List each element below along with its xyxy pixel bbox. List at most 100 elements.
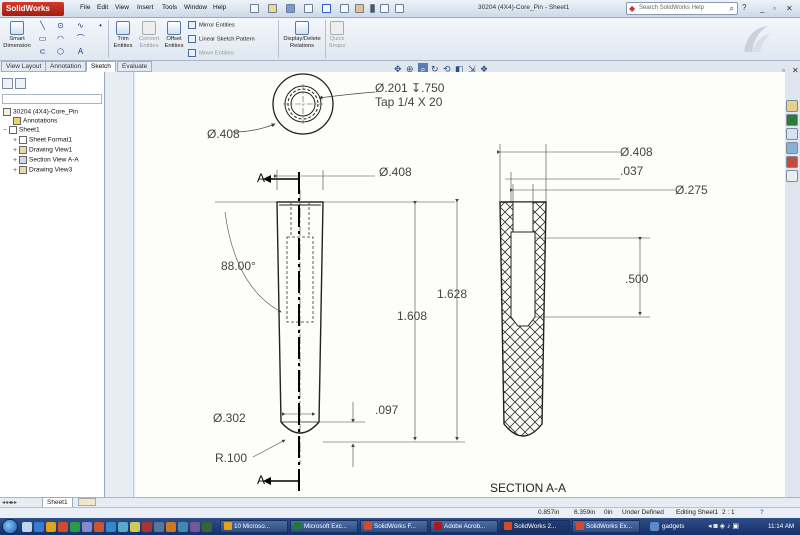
save-icon[interactable]	[286, 4, 295, 13]
slot-icon[interactable]: ⊂	[38, 47, 47, 56]
custom-properties-icon[interactable]	[786, 170, 798, 182]
quick-tips-icon[interactable]: ?	[760, 509, 764, 516]
clock[interactable]: 11:14 AM	[768, 520, 794, 533]
linear-sketch-pattern-button[interactable]: Linear Sketch Pattern	[188, 35, 255, 43]
polygon-icon[interactable]: ⬡	[56, 47, 65, 56]
tip-radius-dim[interactable]: R.100	[215, 451, 247, 465]
tree-filter-input[interactable]	[2, 94, 102, 104]
menu-edit[interactable]: Edit	[97, 4, 108, 11]
arc-icon[interactable]: ◠	[56, 34, 65, 43]
tree-item-sheet1[interactable]: − Sheet1	[3, 126, 40, 134]
network-icon[interactable]	[178, 522, 188, 532]
section-diameter-dim[interactable]: Ø.408	[620, 145, 653, 159]
move-entities-button[interactable]: Move Entities	[188, 49, 234, 57]
tip-diameter-dim[interactable]: Ø.302	[213, 411, 246, 425]
menu-window[interactable]: Window	[184, 4, 207, 11]
tree-item-annotations[interactable]: Annotations	[13, 117, 57, 125]
hole-note-2[interactable]: Tap 1/4 X 20	[375, 95, 443, 109]
tree-item-drawing-view3[interactable]: + Drawing View3	[13, 166, 72, 174]
taskbar-button-microsoft-office[interactable]: 10 Microso...	[220, 520, 288, 533]
close-icon[interactable]: ✕	[786, 4, 793, 13]
smart-dimension-button[interactable]: Smart Dimension	[2, 21, 32, 49]
calc-icon[interactable]	[154, 522, 164, 532]
taskbar-button-acrobat[interactable]: Adobe Acrob...	[430, 520, 498, 533]
taskbar-button-solidworks-ex[interactable]: SolidWorks Ex...	[572, 520, 640, 533]
minimize-icon[interactable]: _	[760, 4, 764, 13]
ie-icon[interactable]	[34, 522, 44, 532]
options-icon[interactable]	[395, 4, 404, 13]
text-icon[interactable]: A	[76, 47, 85, 56]
appearances-icon[interactable]	[786, 156, 798, 168]
gadgets-label[interactable]: gadgets	[662, 520, 684, 533]
spline-icon[interactable]: ∿	[76, 21, 85, 30]
search-icon[interactable]: ⌕	[730, 3, 734, 14]
offset-entities-button[interactable]: Offset Entities	[162, 21, 186, 49]
select-icon[interactable]	[340, 4, 349, 13]
rectangle-icon[interactable]: ▭	[38, 34, 47, 43]
help-icon[interactable]: ?	[742, 3, 746, 12]
drawing-sheet[interactable]: Ø.201 ↧.750 Tap 1/4 X 20 Ø.408 A Ø.408 8…	[135, 72, 785, 498]
print-icon[interactable]	[304, 4, 313, 13]
file-properties-icon[interactable]	[380, 4, 389, 13]
front-view[interactable]	[215, 170, 465, 492]
file-explorer-icon[interactable]	[786, 128, 798, 140]
circle-icon[interactable]: ⊙	[56, 21, 65, 30]
new-document-icon[interactable]	[250, 4, 259, 13]
tool-icon[interactable]	[190, 522, 200, 532]
tree-item-section-view[interactable]: + Section View A-A	[13, 156, 79, 164]
taskbar-button-solidworks-2[interactable]: SolidWorks 2...	[500, 520, 570, 533]
top-view[interactable]	[232, 73, 376, 135]
notes-icon[interactable]	[130, 522, 140, 532]
menu-help[interactable]: Help	[213, 4, 226, 11]
quick-snaps-button[interactable]: Quick Snaps	[326, 21, 348, 49]
tab-annotation[interactable]: Annotation	[45, 61, 87, 72]
tree-item-sheet-format1[interactable]: + Sheet Format1	[13, 136, 72, 144]
view-palette-icon[interactable]	[786, 142, 798, 154]
section-view-a-a[interactable]	[497, 144, 675, 437]
body-length-dim[interactable]: 1.608	[397, 309, 427, 323]
menu-file[interactable]: File	[80, 4, 90, 11]
resources-icon[interactable]	[786, 100, 798, 112]
section-depth-dim[interactable]: .500	[625, 272, 649, 286]
point-icon[interactable]: •	[96, 21, 105, 30]
firefox-icon[interactable]	[58, 522, 68, 532]
tab-evaluate[interactable]: Evaluate	[117, 61, 153, 72]
display-delete-relations-button[interactable]: Display/Delete Relations	[280, 21, 324, 49]
line-icon[interactable]: ╲	[38, 21, 47, 30]
solidworks-logo[interactable]: SolidWorks	[2, 2, 64, 16]
menu-insert[interactable]: Insert	[137, 4, 153, 11]
tab-view-layout[interactable]: View Layout	[1, 61, 47, 72]
front-diameter-dim[interactable]: Ø.408	[379, 165, 412, 179]
outlook-icon[interactable]	[46, 522, 56, 532]
hole-note-1[interactable]: Ø.201 ↧.750	[375, 81, 445, 95]
excel-icon[interactable]	[70, 522, 80, 532]
top-view-diameter[interactable]: Ø.408	[207, 127, 240, 141]
acrobat-icon[interactable]	[94, 522, 104, 532]
trim-entities-button[interactable]: Trim Entities	[110, 21, 136, 49]
sw-explorer-icon[interactable]	[202, 522, 212, 532]
menu-view[interactable]: View	[115, 4, 129, 11]
taper-angle-dim[interactable]: 88.00°	[221, 259, 256, 273]
traffic-light-icon[interactable]	[370, 4, 375, 13]
tree-item-drawing-view1[interactable]: + Drawing View1	[13, 146, 72, 154]
restore-icon[interactable]: ▫	[773, 4, 776, 13]
paint-icon[interactable]	[166, 522, 176, 532]
tab-sketch[interactable]: Sketch	[86, 61, 116, 72]
undo-icon[interactable]	[322, 4, 331, 13]
taskbar-button-solidworks-f[interactable]: SolidWorks F...	[360, 520, 428, 533]
show-desktop-icon[interactable]	[22, 522, 32, 532]
word-icon[interactable]	[106, 522, 116, 532]
tree-root[interactable]: 30204 (4X4)-Core_Pin	[3, 108, 78, 116]
menu-tools[interactable]: Tools	[162, 4, 177, 11]
section-bore-dim[interactable]: Ø.275	[675, 183, 708, 197]
help-search-box[interactable]: ◆ Search SolidWorks Help ⌕	[626, 2, 738, 15]
design-library-icon[interactable]	[786, 114, 798, 126]
tray-icons[interactable]: ◂ ◙ ◈ ♪ ▣	[708, 520, 739, 533]
add-sheet-icon[interactable]	[78, 498, 96, 506]
fillet-icon[interactable]: ⌒	[76, 34, 85, 43]
explorer-icon[interactable]	[82, 522, 92, 532]
app-icon[interactable]	[142, 522, 152, 532]
property-manager-tab-icon[interactable]	[15, 78, 26, 89]
taskbar-button-excel[interactable]: Microsoft Exc...	[290, 520, 358, 533]
sheet-nav-arrows[interactable]: ◂◂◂▸▸	[2, 499, 17, 506]
